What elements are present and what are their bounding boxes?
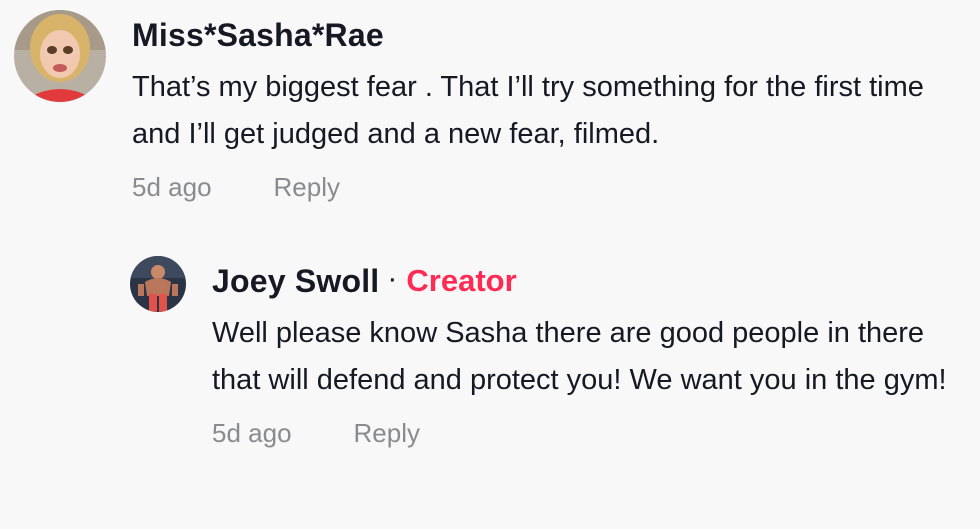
separator-dot: · (387, 262, 398, 295)
author-row: Joey Swoll · Creator (212, 256, 962, 306)
author-row: Miss*Sasha*Rae (132, 10, 962, 60)
author-name[interactable]: Joey Swoll (212, 263, 379, 300)
avatar[interactable] (14, 10, 106, 102)
avatar[interactable] (130, 256, 186, 312)
timestamp: 5d ago (212, 418, 292, 448)
reply-button[interactable]: Reply (274, 172, 340, 203)
comment-text: Well please know Sasha there are good pe… (212, 317, 947, 396)
comment-content: Miss*Sasha*Rae That’s my biggest fear . … (132, 10, 962, 203)
reply-content: Joey Swoll · Creator Well please know Sa… (212, 256, 962, 449)
comment-meta: 5d ago Reply (132, 172, 962, 203)
comment-meta: 5d ago Reply (212, 418, 962, 449)
creator-badge: Creator (406, 263, 517, 298)
author-name[interactable]: Miss*Sasha*Rae (132, 17, 384, 54)
comment-text: That’s my biggest fear . That I’ll try s… (132, 71, 924, 150)
reply-button[interactable]: Reply (354, 418, 420, 449)
timestamp: 5d ago (132, 172, 212, 202)
